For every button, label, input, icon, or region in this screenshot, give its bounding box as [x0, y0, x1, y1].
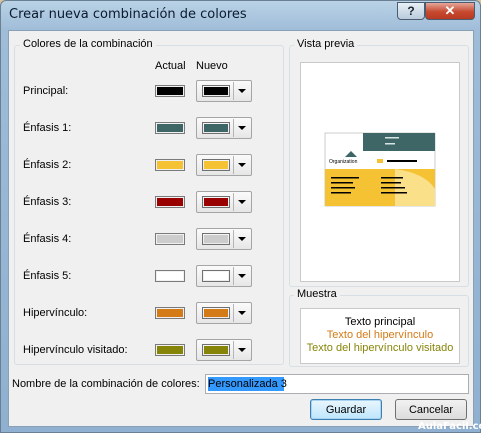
- scheme-name-label: Nombre de la combinación de colores:: [12, 378, 200, 390]
- colors-group-title: Colores de la combinación: [20, 38, 156, 50]
- new-color-swatch: [202, 85, 230, 97]
- color-row-label: Principal:: [23, 85, 69, 97]
- current-color-swatch: [155, 344, 185, 356]
- current-color-swatch: [155, 233, 185, 245]
- color-row-label: Énfasis 3:: [23, 196, 72, 208]
- color-row-label: Énfasis 5:: [23, 270, 72, 282]
- colors-group: Colores de la combinación Actual Nuevo P…: [14, 38, 284, 365]
- dropdown-arrow-icon[interactable]: [233, 230, 250, 248]
- current-color-fill: [157, 309, 183, 317]
- new-color-dropdown[interactable]: [196, 117, 252, 139]
- column-header-actual: Actual: [155, 60, 186, 72]
- new-color-dropdown[interactable]: [196, 339, 252, 361]
- dropdown-arrow-icon[interactable]: [233, 304, 250, 322]
- new-color-fill: [204, 309, 228, 317]
- current-color-fill: [157, 235, 183, 243]
- new-color-swatch: [202, 233, 230, 245]
- dialog-window: Crear nueva combinación de colores ? ✕ C…: [0, 0, 481, 433]
- scheme-name-input[interactable]: [208, 377, 464, 391]
- color-row-label: Énfasis 2:: [23, 159, 72, 171]
- color-row-label: Énfasis 4:: [23, 233, 72, 245]
- new-color-swatch: [202, 122, 230, 134]
- new-color-dropdown[interactable]: [196, 80, 252, 102]
- sample-group-title: Muestra: [294, 288, 340, 300]
- color-row-label: Énfasis 1:: [23, 122, 72, 134]
- dropdown-arrow-icon[interactable]: [233, 267, 250, 285]
- dropdown-arrow-icon[interactable]: [233, 156, 250, 174]
- current-color-fill: [157, 346, 183, 354]
- sample-principal-text: Texto principal: [344, 316, 416, 328]
- column-header-nuevo: Nuevo: [196, 60, 228, 72]
- current-color-swatch: [155, 122, 185, 134]
- close-icon: ✕: [444, 3, 456, 18]
- watermark-text: AulaFacil.com: [418, 421, 481, 432]
- current-color-swatch: [155, 159, 185, 171]
- new-color-dropdown[interactable]: [196, 265, 252, 287]
- current-color-swatch: [155, 307, 185, 319]
- new-color-fill: [204, 124, 228, 132]
- preview-group: Vista previa Organization: [289, 38, 469, 287]
- save-button[interactable]: Guardar: [310, 399, 382, 420]
- new-color-swatch: [202, 270, 230, 282]
- dropdown-arrow-icon[interactable]: [233, 341, 250, 359]
- cancel-button-label: Cancelar: [408, 403, 454, 416]
- new-color-swatch: [202, 159, 230, 171]
- sample-group: Muestra Texto principal Texto del hiperv…: [289, 288, 469, 367]
- title-bar[interactable]: Crear nueva combinación de colores ? ✕: [1, 1, 480, 29]
- help-icon: ?: [407, 4, 415, 18]
- new-color-fill: [204, 161, 228, 169]
- preview-group-title: Vista previa: [294, 38, 358, 50]
- sample-hyperlink-text: Texto del hipervínculo: [326, 329, 434, 341]
- cancel-button[interactable]: Cancelar: [395, 399, 467, 420]
- scheme-name-field[interactable]: [205, 374, 469, 394]
- new-color-dropdown[interactable]: [196, 154, 252, 176]
- new-color-dropdown[interactable]: [196, 228, 252, 250]
- close-button[interactable]: ✕: [425, 2, 475, 20]
- dropdown-arrow-icon[interactable]: [233, 82, 250, 100]
- new-color-dropdown[interactable]: [196, 302, 252, 324]
- dropdown-arrow-icon[interactable]: [233, 119, 250, 137]
- new-color-dropdown[interactable]: [196, 191, 252, 213]
- current-color-fill: [157, 124, 183, 132]
- new-color-fill: [204, 198, 228, 206]
- help-button[interactable]: ?: [397, 2, 425, 20]
- current-color-fill: [157, 87, 183, 95]
- sample-visited-hyperlink-text: Texto del hipervínculo visitado: [306, 342, 454, 354]
- current-color-swatch: [155, 270, 185, 282]
- new-color-swatch: [202, 196, 230, 208]
- current-color-fill: [157, 198, 183, 206]
- current-color-swatch: [155, 85, 185, 97]
- dropdown-arrow-icon[interactable]: [233, 193, 250, 211]
- save-button-label: Guardar: [325, 403, 367, 416]
- preview-card-logo: Organization: [329, 159, 358, 165]
- current-color-fill: [157, 272, 183, 280]
- new-color-fill: [204, 346, 228, 354]
- current-color-swatch: [155, 196, 185, 208]
- sample-panel: Texto principal Texto del hipervínculo T…: [300, 308, 460, 364]
- current-color-fill: [157, 161, 183, 169]
- new-color-fill: [204, 235, 228, 243]
- preview-business-card: Organization: [324, 132, 436, 207]
- preview-panel: Organization: [300, 62, 460, 282]
- dialog-client-area: Colores de la combinación Actual Nuevo P…: [8, 30, 474, 427]
- new-color-swatch: [202, 344, 230, 356]
- color-row-label: Hipervínculo:: [23, 307, 88, 319]
- color-row-label: Hipervínculo visitado:: [23, 344, 128, 356]
- new-color-swatch: [202, 307, 230, 319]
- preview-card-header-band: [363, 133, 435, 151]
- new-color-fill: [204, 272, 228, 280]
- window-title: Crear nueva combinación de colores: [9, 7, 247, 22]
- new-color-fill: [204, 87, 228, 95]
